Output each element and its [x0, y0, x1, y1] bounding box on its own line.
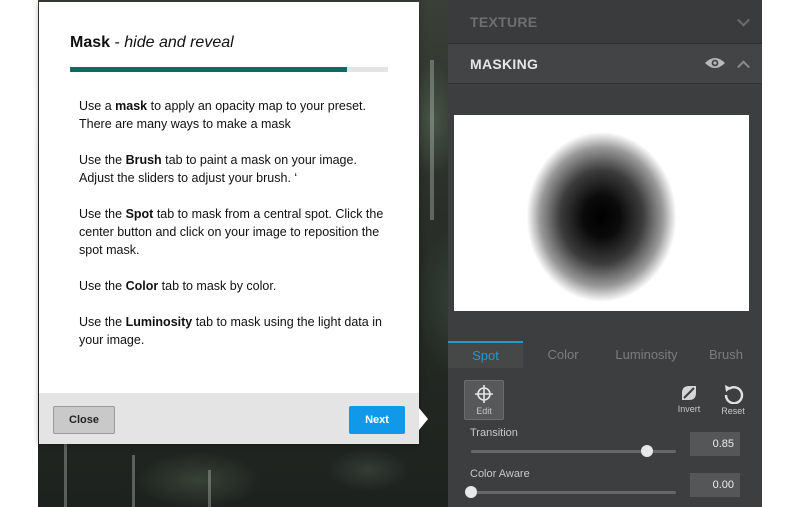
right-margin	[762, 0, 800, 507]
left-margin	[0, 0, 38, 507]
texture-label: TEXTURE	[470, 13, 538, 30]
transition-slider-knob[interactable]	[641, 445, 654, 457]
tour-progress-fill	[70, 67, 347, 72]
tab-spot[interactable]: Spot	[448, 341, 523, 368]
mask-tabs: Spot Color Luminosity Brush	[448, 341, 762, 368]
chevron-up-icon[interactable]	[737, 59, 750, 73]
dialog-paragraph: Use the Color tab to mask by color.	[79, 279, 277, 293]
tree-trunk	[64, 440, 67, 507]
transition-slider[interactable]	[471, 445, 676, 457]
dialog-title-main: Mask	[70, 34, 111, 51]
masking-label: MASKING	[470, 55, 539, 72]
dialog-paragraph: Use the Brush tab to paint a mask on you…	[79, 153, 357, 185]
dialog-paragraph: Use a mask to apply an opacity map to yo…	[79, 99, 366, 131]
reset-label: Reset	[721, 406, 745, 416]
mask-preview	[454, 115, 749, 311]
tab-color[interactable]: Color	[523, 341, 603, 368]
reset-icon	[724, 385, 744, 404]
color-aware-slider[interactable]	[465, 486, 676, 498]
color-aware-slider-knob[interactable]	[465, 486, 477, 498]
dialog-footer: Close Next	[39, 393, 419, 444]
masking-section-header[interactable]: MASKING	[448, 44, 762, 84]
tab-brush[interactable]: Brush	[690, 341, 762, 368]
transition-label: Transition	[470, 427, 518, 439]
dialog-pointer-arrow	[419, 408, 428, 430]
tab-luminosity[interactable]: Luminosity	[603, 341, 690, 368]
tab-spot-label: Spot	[472, 348, 499, 363]
chevron-down-icon[interactable]	[737, 13, 750, 27]
invert-button[interactable]: Invert	[674, 384, 704, 414]
tree-trunk	[208, 470, 211, 507]
crosshair-icon	[475, 385, 493, 403]
dialog-paragraph: Use the Luminosity tab to mask using the…	[79, 315, 382, 347]
eye-icon[interactable]	[704, 56, 726, 70]
dialog-title-separator: -	[110, 34, 125, 51]
adjustment-panel: TEXTURE MASKING Spot Color Luminosity Br…	[448, 0, 762, 507]
tree-trunk	[132, 455, 135, 507]
dialog-title: Mask - hide and reveal	[70, 34, 234, 52]
dialog-body: Use a mask to apply an opacity map to yo…	[79, 97, 389, 367]
tour-dialog: Mask - hide and reveal Use a mask to app…	[39, 2, 419, 444]
edit-label: Edit	[476, 406, 492, 416]
tree-trunk	[430, 60, 434, 220]
edit-button[interactable]: Edit	[464, 380, 504, 420]
tab-brush-label: Brush	[709, 347, 743, 362]
color-aware-label: Color Aware	[470, 468, 530, 480]
dialog-paragraph: Use the Spot tab to mask from a central …	[79, 207, 384, 257]
tour-progress-bar	[70, 67, 388, 72]
invert-label: Invert	[677, 404, 701, 414]
texture-section-header[interactable]: TEXTURE	[448, 0, 762, 44]
next-button[interactable]: Next	[349, 406, 405, 434]
close-button[interactable]: Close	[53, 406, 115, 434]
dialog-title-sub: hide and reveal	[124, 34, 234, 51]
reset-button[interactable]: Reset	[718, 384, 748, 416]
tab-luminosity-label: Luminosity	[615, 347, 678, 362]
color-aware-value[interactable]: 0.00	[690, 473, 740, 497]
transition-value[interactable]: 0.85	[690, 432, 740, 456]
tab-color-label: Color	[547, 347, 579, 362]
invert-icon	[682, 386, 696, 400]
